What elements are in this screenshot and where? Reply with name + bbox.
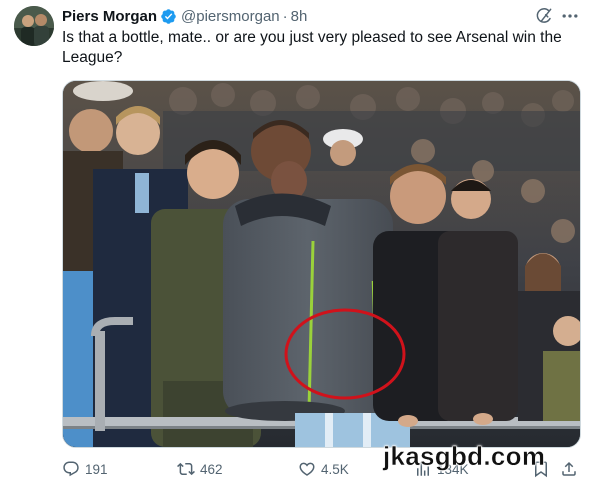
reply-count: 191 <box>85 461 108 477</box>
retweet-icon <box>177 462 195 476</box>
grok-icon[interactable] <box>534 6 554 26</box>
avatar[interactable] <box>14 6 54 46</box>
verified-badge-icon <box>160 8 177 25</box>
watermark-text: jkasgbd.com <box>383 441 546 471</box>
like-count: 4.5K <box>321 461 349 477</box>
reply-icon <box>63 461 79 477</box>
separator-dot: · <box>282 7 288 25</box>
more-icon[interactable] <box>560 6 580 26</box>
avatar-image <box>14 6 54 46</box>
heart-icon <box>299 462 315 476</box>
tweet-header: Piers Morgan @piersmorgan · 8h <box>62 6 307 26</box>
share-button[interactable] <box>560 458 583 480</box>
retweet-button[interactable]: 462 <box>177 458 223 480</box>
tweet-text: Is that a bottle, mate.. or are you just… <box>62 29 562 66</box>
tweet-card[interactable]: Piers Morgan @piersmorgan · 8h Is that a… <box>0 0 595 496</box>
reply-button[interactable]: 191 <box>62 458 108 480</box>
share-icon <box>562 461 576 476</box>
like-button[interactable]: 4.5K <box>298 458 349 480</box>
author-handle[interactable]: @piersmorgan <box>181 8 280 25</box>
crowd-photo-image <box>63 81 580 447</box>
author-name[interactable]: Piers Morgan <box>62 8 157 25</box>
tweet-media-photo[interactable] <box>62 80 581 448</box>
tweet-timestamp[interactable]: 8h <box>291 8 308 25</box>
retweet-count: 462 <box>200 461 223 477</box>
